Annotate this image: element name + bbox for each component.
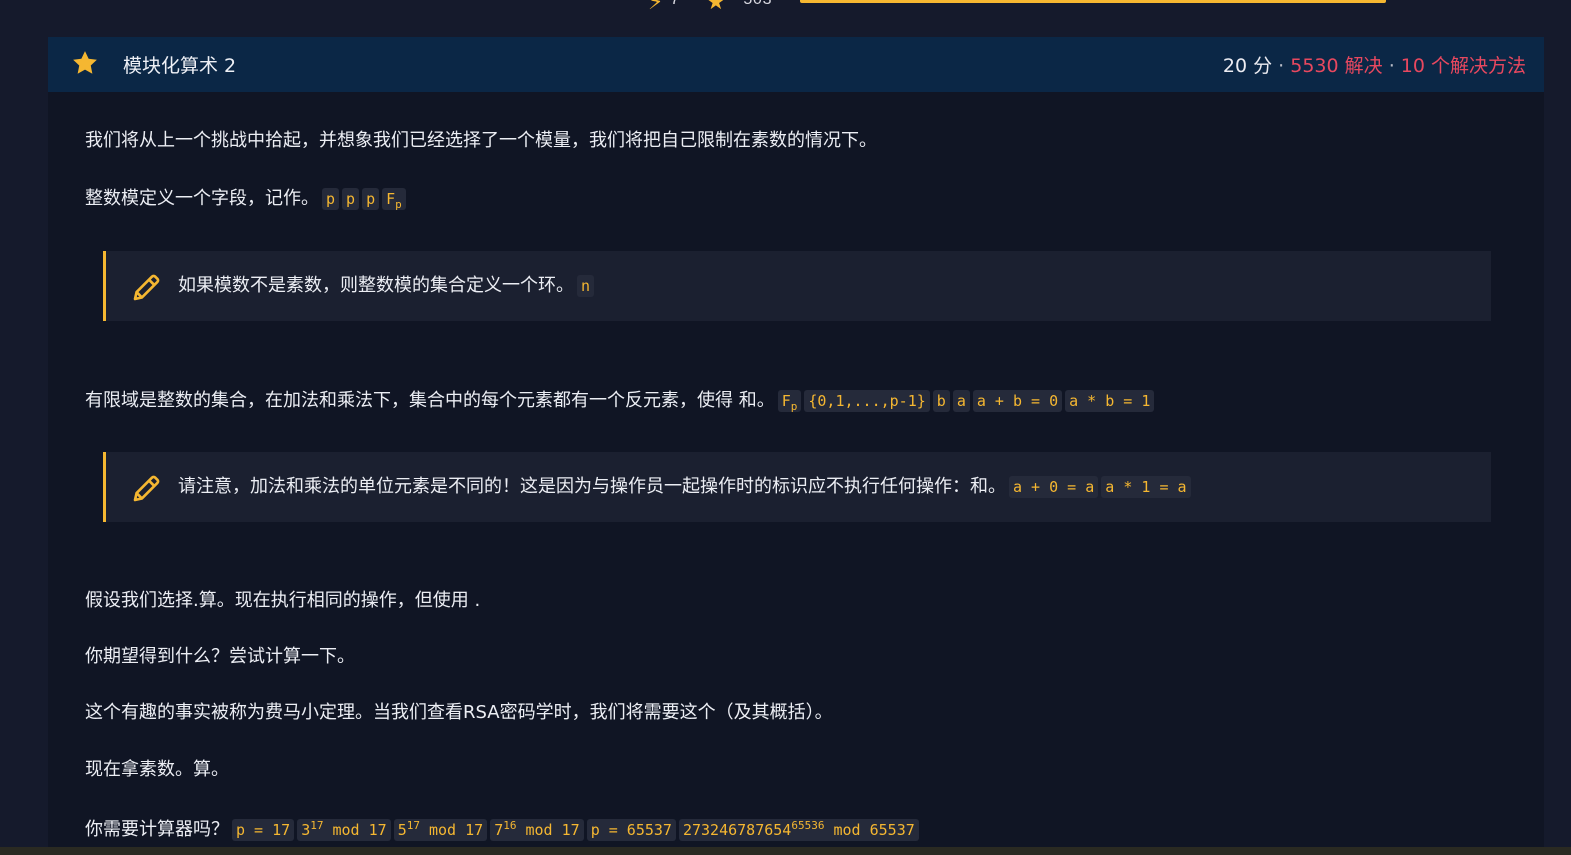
- expr-exponent: 17: [406, 819, 420, 832]
- challenge-header[interactable]: 模块化算术 2 20 分 · 5530 解决 · 10 个解决方法: [48, 37, 1544, 92]
- code-span: b: [932, 390, 950, 412]
- code-span: a * b = 1: [1065, 390, 1155, 412]
- note-text: 请注意，加法和乘法的单位元素是不同的！这是因为与操作员一起操作时的标识应不执行任…: [178, 474, 1191, 500]
- code-span: Fp: [777, 390, 802, 413]
- challenge-meta: 20 分 · 5530 解决 · 10 个解决方法: [1223, 51, 1526, 78]
- lightning-icon: ⚡: [648, 0, 664, 15]
- code-span: 27324678765465536 mod 65537: [678, 819, 919, 841]
- note-box: 请注意，加法和乘法的单位元素是不同的！这是因为与操作员一起操作时的标识应不执行任…: [103, 452, 1491, 522]
- paragraph: 有限域是整数的集合，在加法和乘法下，集合中的每个元素都有一个反元素，使得 和。 F…: [85, 388, 1155, 420]
- expr-base: 3: [301, 821, 311, 839]
- expr-base: 273246787654: [682, 821, 792, 839]
- paragraph: 我们将从上一个挑战中拾起，并想象我们已经选择了一个模量，我们将把自己限制在素数的…: [85, 130, 877, 151]
- separator: ·: [1388, 55, 1395, 77]
- note-box: 如果模数不是素数，则整数模的集合定义一个环。 n: [103, 251, 1491, 321]
- challenge-card: 模块化算术 2 20 分 · 5530 解决 · 10 个解决方法: [48, 37, 1544, 855]
- code-span: a + 0 = a: [1009, 476, 1099, 498]
- code-span: p: [342, 188, 360, 210]
- paragraph-text: 你需要计算器吗？: [85, 819, 229, 840]
- progress-bar: [800, 0, 1386, 3]
- expr-exponent: 17: [310, 819, 324, 832]
- code-span: p: [322, 188, 340, 210]
- code-span: {0,1,...,p-1}: [804, 390, 930, 412]
- bottom-strip: [0, 847, 1571, 855]
- note-text: 如果模数不是素数，则整数模的集合定义一个环。 n: [178, 273, 595, 299]
- code-span: p = 17: [232, 819, 295, 841]
- field-subscript: p: [395, 198, 402, 211]
- code-span: 317 mod 17: [297, 819, 391, 841]
- paragraph: 假设我们选择.算。现在执行相同的操作，但使用 .: [85, 590, 481, 611]
- top-bar: ⚡ 7 ★ 503: [0, 0, 1571, 36]
- expr-base: 7: [494, 821, 504, 839]
- points: 20 分: [1222, 55, 1273, 77]
- separator: ·: [1278, 55, 1285, 77]
- expr-tail: mod 17: [323, 821, 387, 839]
- code-span: n: [577, 275, 595, 297]
- expr-tail: mod 17: [419, 821, 484, 839]
- top-count-left: 7: [670, 0, 680, 9]
- code-span: 517 mod 17: [393, 819, 488, 841]
- code-span: 716 mod 17: [490, 819, 584, 841]
- top-count-right: 503: [743, 0, 772, 9]
- star-icon[interactable]: [70, 48, 100, 78]
- paragraph: 你期望得到什么？尝试计算一下。: [85, 646, 355, 667]
- code-span: a: [952, 390, 970, 412]
- expr-exponent: 65536: [791, 819, 825, 832]
- code-span: a * 1 = a: [1101, 476, 1191, 498]
- field-subscript: p: [790, 400, 798, 413]
- paragraph-text: 有限域是整数的集合，在加法和乘法下，集合中的每个元素都有一个反元素，使得 和。: [85, 390, 775, 411]
- paragraph: 这个有趣的事实被称为费马小定理。当我们查看RSA密码学时，我们将需要这个（及其概…: [85, 702, 833, 723]
- pencil-icon: [133, 475, 160, 502]
- code-span: Fp: [382, 188, 406, 211]
- code-span: p: [362, 188, 380, 210]
- paragraph: 你需要计算器吗？ p = 17 317 mod 17 517 mod 17 716 mo…: [85, 813, 919, 843]
- top-star-icon: ★: [706, 0, 726, 15]
- field-symbol: F: [386, 190, 396, 208]
- solutions-link[interactable]: 10 个解决方法: [1401, 55, 1526, 77]
- expr-base: 5: [397, 821, 407, 839]
- code-span: a + b = 0: [972, 390, 1063, 412]
- note-body: 请注意，加法和乘法的单位元素是不同的！这是因为与操作员一起操作时的标识应不执行任…: [178, 476, 1006, 497]
- code-span: p = 65537: [586, 819, 676, 841]
- paragraph: 整数模定义一个字段，记作。 p p p Fp: [85, 186, 406, 218]
- expr-tail: mod 17: [516, 821, 580, 839]
- challenge-title: 模块化算术 2: [123, 55, 237, 77]
- pencil-icon: [133, 274, 160, 301]
- solves-link[interactable]: 5530 解决: [1290, 55, 1382, 77]
- paragraph: 现在拿素数。算。: [85, 759, 229, 780]
- expr-tail: mod 65537: [824, 821, 915, 839]
- field-symbol: F: [781, 392, 791, 410]
- expr-exponent: 16: [503, 819, 517, 832]
- note-body: 如果模数不是素数，则整数模的集合定义一个环。: [178, 275, 574, 296]
- paragraph-text: 整数模定义一个字段，记作。: [85, 188, 319, 209]
